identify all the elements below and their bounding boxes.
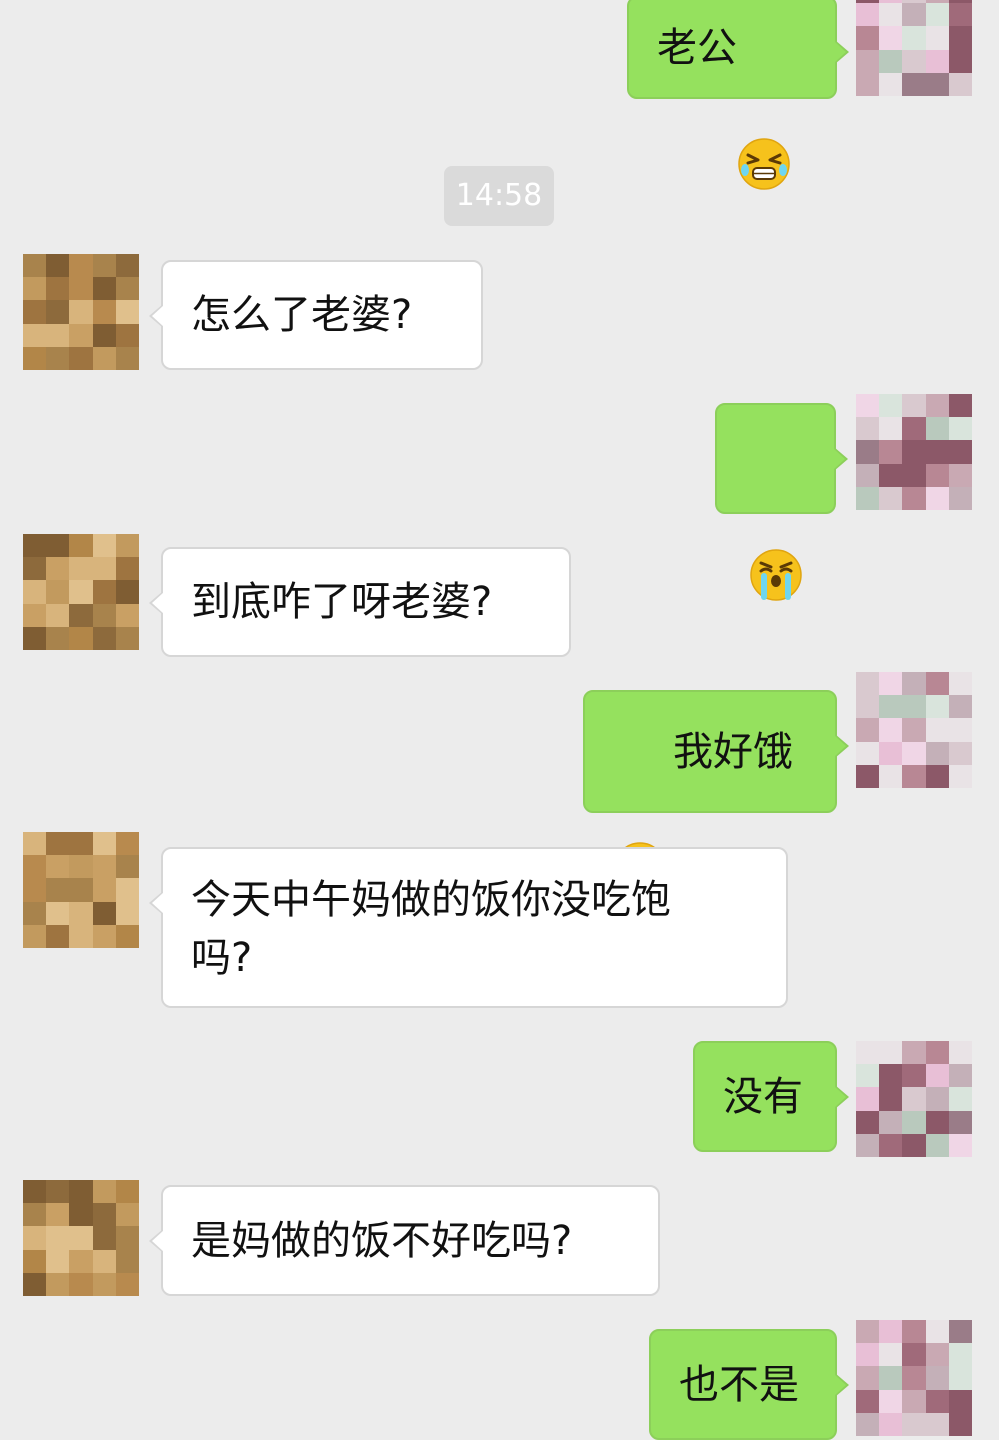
grimacing-tears-emoji-icon [737, 21, 791, 190]
contact-avatar[interactable] [23, 534, 139, 650]
timestamp-label: 14:58 [444, 166, 554, 226]
received-message-bubble[interactable]: 是妈做的饭不好吃吗? [149, 1185, 660, 1296]
message-text: 今天中午妈做的饭你没吃饱 吗? [191, 877, 671, 981]
message-text: 也不是 [679, 1361, 799, 1408]
sent-message-bubble[interactable] [715, 403, 848, 601]
message-text: 老公 [657, 24, 737, 71]
my-avatar[interactable] [856, 0, 972, 96]
received-message-bubble[interactable]: 到底咋了呀老婆? [149, 547, 571, 657]
my-avatar[interactable] [856, 672, 972, 788]
my-avatar[interactable] [856, 1041, 972, 1157]
contact-avatar[interactable] [23, 254, 139, 370]
crying-loudly-emoji-icon [749, 432, 803, 601]
message-text: 是妈做的饭不好吃吗? [191, 1217, 573, 1264]
sent-message-bubble[interactable]: 也不是 [649, 1329, 849, 1440]
sent-message-bubble[interactable]: 我好饿 [583, 690, 849, 894]
contact-avatar[interactable] [23, 1180, 139, 1296]
my-avatar[interactable] [856, 1320, 972, 1436]
sent-message-bubble[interactable]: 老公 [627, 0, 849, 190]
message-text: 我好饿 [673, 728, 793, 775]
contact-avatar[interactable] [23, 832, 139, 948]
chat-thread[interactable]: 老公 14:58 怎么了老婆? 到底咋了呀老婆? 我好饿 今天中午妈做的饭你没吃… [0, 0, 999, 1440]
message-text: 怎么了老婆? [191, 292, 413, 338]
sent-message-bubble[interactable]: 没有 [693, 1041, 849, 1152]
received-message-bubble[interactable]: 今天中午妈做的饭你没吃饱 吗? [149, 847, 788, 1008]
drooling-emoji-icon [613, 725, 667, 894]
received-message-bubble[interactable]: 怎么了老婆? [149, 260, 483, 370]
message-text: 到底咋了呀老婆? [191, 579, 493, 625]
my-avatar[interactable] [856, 394, 972, 510]
message-text: 没有 [723, 1073, 803, 1120]
